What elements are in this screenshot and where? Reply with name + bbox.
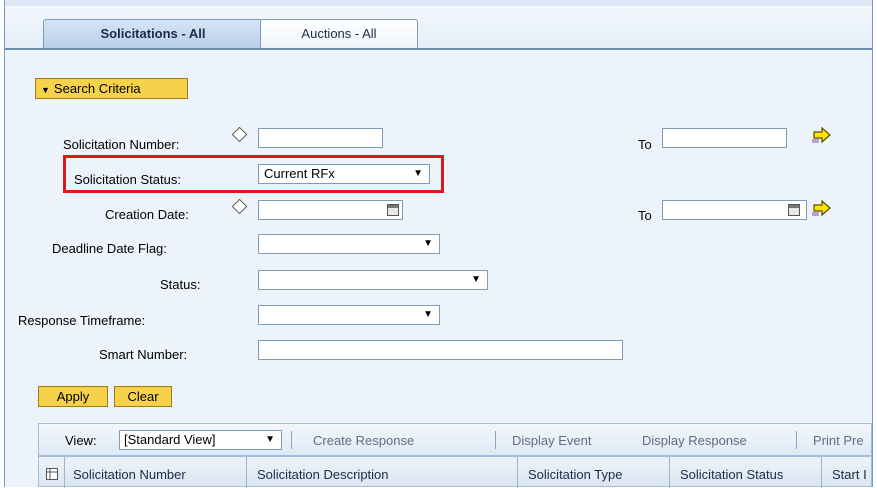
column-divider	[669, 457, 670, 488]
results-toolbar: View: [Standard View] Create Response Di…	[38, 423, 872, 456]
response-timeframe-label: Response Timeframe:	[18, 313, 146, 328]
solicitation-number-input[interactable]	[258, 128, 383, 148]
creation-date-label: Creation Date:	[105, 207, 189, 222]
solicitation-number-label: Solicitation Number:	[63, 137, 180, 152]
column-header[interactable]: Solicitation Status	[680, 467, 783, 482]
column-divider	[517, 457, 518, 488]
search-criteria-label: Search Criteria	[53, 81, 141, 96]
solicitation-number-to-input[interactable]	[662, 128, 787, 148]
solicitation-status-select[interactable]: Current RFx	[258, 164, 430, 184]
display-event-button[interactable]: Display Event	[512, 433, 591, 448]
deadline-date-flag-select[interactable]	[258, 234, 440, 254]
display-response-button[interactable]: Display Response	[642, 433, 747, 448]
solicitation-status-label: Solicitation Status:	[74, 172, 181, 187]
print-preview-button[interactable]: Print Pre	[813, 433, 864, 448]
arrow-right-icon[interactable]	[812, 127, 832, 143]
column-header[interactable]: Start I	[832, 467, 867, 482]
view-select[interactable]: [Standard View]	[119, 430, 282, 450]
smart-number-input[interactable]	[258, 340, 623, 360]
triangle-down-icon: ▼	[41, 85, 50, 95]
column-header[interactable]: Solicitation Description	[257, 467, 389, 482]
creation-date-to-label: To	[638, 208, 652, 223]
create-response-button[interactable]: Create Response	[313, 433, 414, 448]
column-header[interactable]: Solicitation Type	[528, 467, 622, 482]
calendar-icon[interactable]	[788, 204, 800, 216]
toolbar-divider	[495, 431, 496, 449]
view-label: View:	[65, 433, 97, 448]
column-header[interactable]: Solicitation Number	[73, 467, 186, 482]
toolbar-divider	[796, 431, 797, 449]
solicitation-number-to-label: To	[638, 137, 652, 152]
calendar-icon[interactable]	[387, 204, 399, 216]
status-label: Status:	[160, 277, 201, 292]
search-criteria-toggle[interactable]: ▼ Search Criteria	[35, 78, 188, 99]
view-select-value: [Standard View]	[124, 432, 216, 447]
table-header: Solicitation Number Solicitation Descrip…	[38, 456, 872, 488]
clear-button[interactable]: Clear	[114, 386, 172, 407]
column-divider	[821, 457, 822, 488]
apply-button[interactable]: Apply	[38, 386, 108, 407]
toolbar-divider	[291, 431, 292, 449]
column-settings-icon[interactable]	[46, 468, 58, 480]
response-timeframe-select[interactable]	[258, 305, 440, 325]
smart-number-label: Smart Number:	[99, 347, 188, 362]
creation-date-input[interactable]	[258, 200, 403, 220]
arrow-right-icon[interactable]	[812, 200, 832, 216]
creation-date-to-input[interactable]	[662, 200, 807, 220]
status-select[interactable]	[258, 270, 488, 290]
column-divider	[246, 457, 247, 488]
deadline-date-flag-label: Deadline Date Flag:	[52, 241, 167, 256]
column-divider	[64, 457, 65, 488]
